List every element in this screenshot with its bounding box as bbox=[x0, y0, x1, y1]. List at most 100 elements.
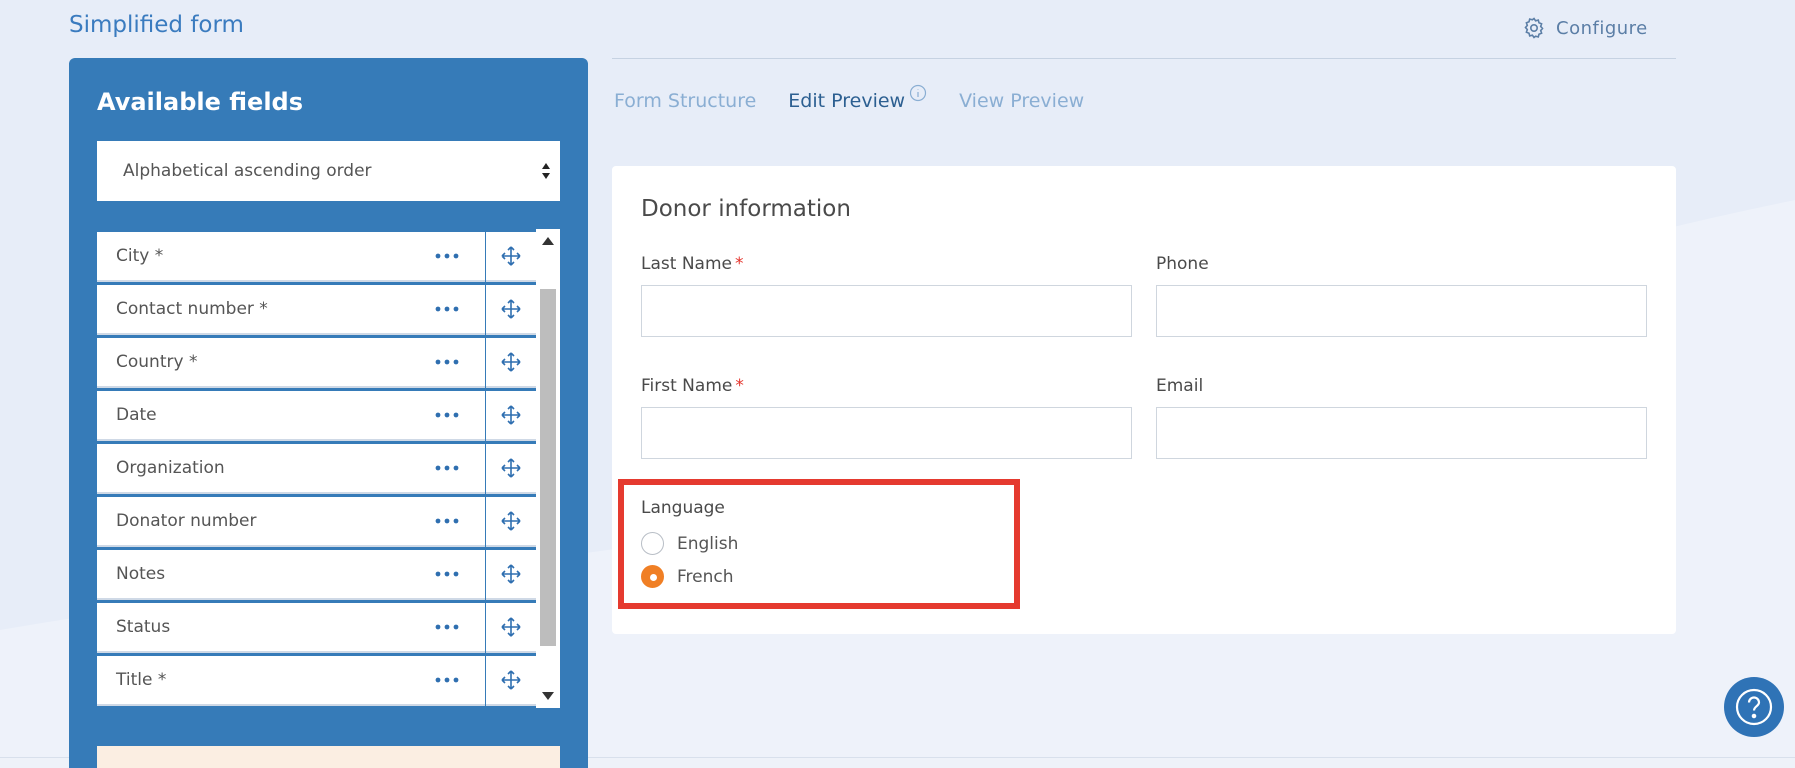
last-name-label: Last Name * bbox=[641, 254, 743, 274]
section-title: Donor information bbox=[641, 196, 851, 222]
list-item: Donator number bbox=[97, 497, 560, 547]
radio-label-french: French bbox=[677, 566, 734, 587]
more-options-button[interactable] bbox=[427, 615, 467, 639]
tab-label: View Preview bbox=[959, 90, 1085, 112]
drag-handle[interactable] bbox=[486, 285, 536, 335]
panel-title: Available fields bbox=[97, 88, 304, 116]
sort-order-select[interactable]: Alphabetical ascending order bbox=[97, 141, 560, 201]
panel-bottom-card bbox=[97, 746, 560, 768]
sort-arrows-icon bbox=[542, 163, 550, 179]
more-options-button[interactable] bbox=[427, 456, 467, 480]
radio-option-english[interactable]: English bbox=[641, 532, 738, 555]
list-item: Title * bbox=[97, 656, 560, 706]
drag-handle[interactable] bbox=[486, 497, 536, 547]
move-icon bbox=[501, 617, 521, 637]
configure-label: Configure bbox=[1556, 17, 1648, 39]
tab-form-structure[interactable]: Form Structure bbox=[614, 90, 756, 112]
phone-input[interactable] bbox=[1156, 285, 1647, 337]
info-icon[interactable] bbox=[909, 84, 927, 102]
field-list[interactable]: City * Contact number * Country * Date O… bbox=[97, 229, 560, 708]
drag-handle[interactable] bbox=[486, 444, 536, 494]
tab-view-preview[interactable]: View Preview bbox=[959, 90, 1084, 112]
field-card[interactable]: Donator number bbox=[97, 497, 485, 547]
field-card[interactable]: Country * bbox=[97, 338, 485, 388]
available-fields-panel: Available fields Alphabetical ascending … bbox=[69, 58, 588, 768]
field-label: Donator number bbox=[116, 511, 257, 531]
field-card[interactable]: Notes bbox=[97, 550, 485, 600]
more-dots-icon bbox=[435, 412, 459, 418]
first-name-label-text: First Name bbox=[641, 376, 733, 396]
radio-button-french[interactable] bbox=[641, 565, 664, 588]
move-icon bbox=[501, 564, 521, 584]
configure-button[interactable]: Configure bbox=[1522, 14, 1648, 42]
gear-icon bbox=[1524, 17, 1544, 39]
move-icon bbox=[501, 511, 521, 531]
help-button[interactable] bbox=[1724, 677, 1784, 737]
list-item: Organization bbox=[97, 444, 560, 494]
more-dots-icon bbox=[435, 253, 459, 259]
field-label: Country * bbox=[116, 352, 198, 372]
more-options-button[interactable] bbox=[427, 509, 467, 533]
move-icon bbox=[501, 352, 521, 372]
header-divider bbox=[612, 58, 1676, 59]
field-label: Contact number * bbox=[116, 299, 268, 319]
field-card[interactable]: Title * bbox=[97, 656, 485, 706]
required-mark: * bbox=[734, 254, 744, 274]
list-item: Notes bbox=[97, 550, 560, 600]
more-dots-icon bbox=[435, 306, 459, 312]
field-label: Organization bbox=[116, 458, 225, 478]
drag-handle[interactable] bbox=[486, 603, 536, 653]
move-icon bbox=[501, 405, 521, 425]
radio-option-french[interactable]: French bbox=[641, 565, 734, 588]
list-item: Country * bbox=[97, 338, 560, 388]
drag-handle[interactable] bbox=[486, 656, 536, 706]
more-options-button[interactable] bbox=[427, 350, 467, 374]
first-name-input[interactable] bbox=[641, 407, 1132, 459]
radio-button-english[interactable] bbox=[641, 532, 664, 555]
more-dots-icon bbox=[435, 677, 459, 683]
field-label: Status bbox=[116, 617, 171, 637]
page-title: Simplified form bbox=[69, 12, 244, 38]
drag-handle[interactable] bbox=[486, 391, 536, 441]
drag-handle[interactable] bbox=[486, 550, 536, 600]
list-item: Status bbox=[97, 603, 560, 653]
field-card[interactable]: Organization bbox=[97, 444, 485, 494]
tab-edit-preview[interactable]: Edit Preview bbox=[788, 84, 927, 112]
field-card[interactable]: City * bbox=[97, 232, 485, 282]
field-label: City * bbox=[116, 246, 164, 266]
last-name-input[interactable] bbox=[641, 285, 1132, 337]
first-name-label: First Name * bbox=[641, 376, 744, 396]
list-scrollbar[interactable] bbox=[536, 229, 560, 708]
move-icon bbox=[501, 670, 521, 690]
more-options-button[interactable] bbox=[427, 403, 467, 427]
sort-order-value: Alphabetical ascending order bbox=[123, 161, 372, 181]
scroll-down-arrow-icon[interactable] bbox=[542, 692, 554, 700]
more-options-button[interactable] bbox=[427, 244, 467, 268]
more-dots-icon bbox=[435, 359, 459, 365]
email-input[interactable] bbox=[1156, 407, 1647, 459]
last-name-label-text: Last Name bbox=[641, 254, 732, 274]
field-card[interactable]: Status bbox=[97, 603, 485, 653]
move-icon bbox=[501, 246, 521, 266]
phone-label: Phone bbox=[1156, 254, 1209, 274]
email-label: Email bbox=[1156, 376, 1204, 396]
scrollbar-thumb[interactable] bbox=[540, 289, 556, 646]
more-options-button[interactable] bbox=[427, 297, 467, 321]
radio-label-english: English bbox=[677, 533, 739, 554]
field-card[interactable]: Date bbox=[97, 391, 485, 441]
drag-handle[interactable] bbox=[486, 338, 536, 388]
more-dots-icon bbox=[435, 518, 459, 524]
help-icon bbox=[1735, 688, 1773, 726]
field-card[interactable]: Contact number * bbox=[97, 285, 485, 335]
more-dots-icon bbox=[435, 465, 459, 471]
move-icon bbox=[501, 458, 521, 478]
required-mark: * bbox=[735, 376, 744, 396]
drag-handle[interactable] bbox=[486, 232, 536, 282]
tab-label: Form Structure bbox=[614, 90, 757, 112]
field-label: Date bbox=[116, 405, 157, 425]
tab-label: Edit Preview bbox=[788, 90, 906, 112]
more-options-button[interactable] bbox=[427, 668, 467, 692]
more-options-button[interactable] bbox=[427, 562, 467, 586]
preview-tabs: Form Structure Edit Preview View Preview bbox=[614, 84, 1084, 116]
scroll-up-arrow-icon[interactable] bbox=[542, 237, 554, 245]
